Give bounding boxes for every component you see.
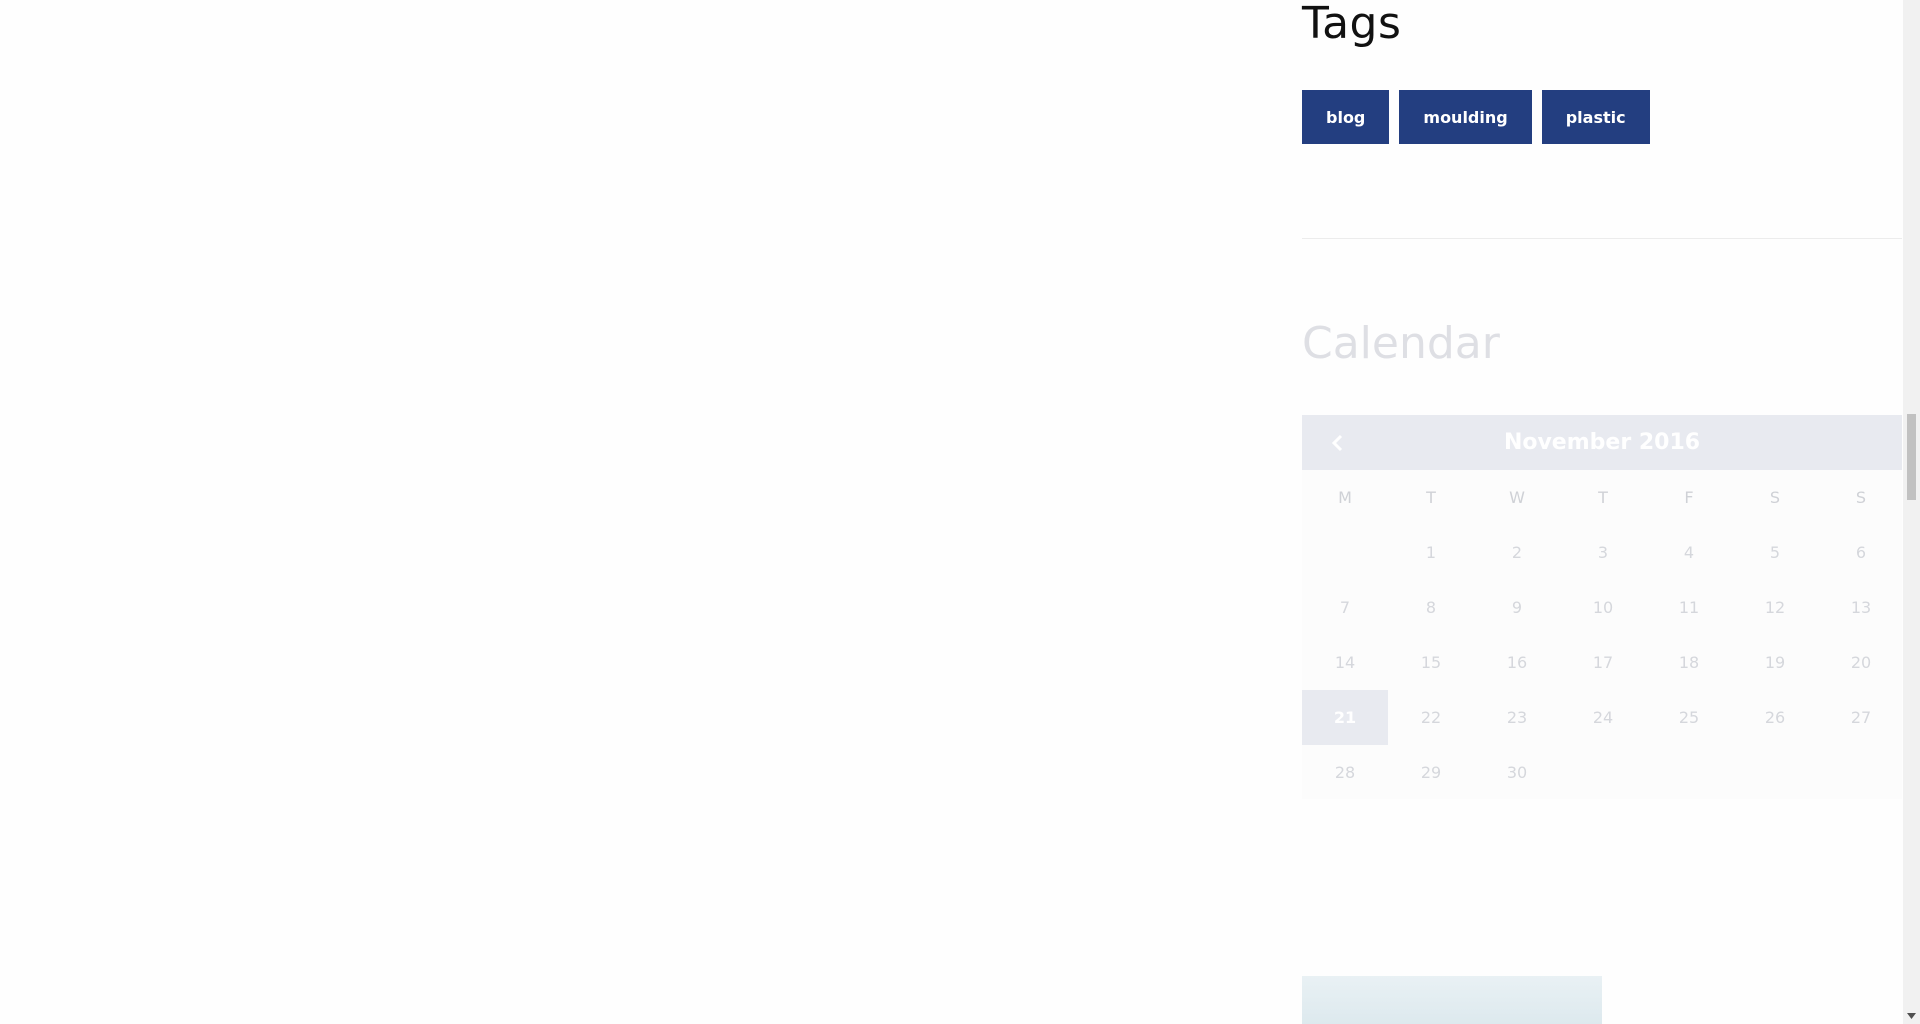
post-thumbnail[interactable] bbox=[1302, 976, 1602, 1024]
weekday-header: W bbox=[1509, 488, 1525, 507]
calendar-title: Calendar bbox=[1302, 318, 1500, 369]
calendar-day: 14 bbox=[1334, 653, 1356, 672]
calendar: November 2016 M T W T F S S 1 2 3 4 5 6 7 8 9 10 11 12 13 14… bbox=[1302, 415, 1902, 799]
tag-blog[interactable]: blog bbox=[1302, 90, 1390, 144]
calendar-day: 16 bbox=[1506, 653, 1528, 672]
weekday-header: M bbox=[1338, 488, 1352, 507]
calendar-header: November 2016 bbox=[1302, 415, 1902, 470]
calendar-day: 20 bbox=[1850, 653, 1872, 672]
calendar-day: 3 bbox=[1597, 543, 1609, 562]
weekday-header: S bbox=[1855, 488, 1867, 507]
calendar-day: 10 bbox=[1592, 598, 1614, 617]
calendar-day: 13 bbox=[1850, 598, 1872, 617]
calendar-day: 19 bbox=[1764, 653, 1786, 672]
calendar-day-empty bbox=[1646, 745, 1732, 800]
calendar-day: 28 bbox=[1334, 763, 1356, 782]
calendar-grid: M T W T F S S 1 2 3 4 5 6 7 8 9 10 11 12 13 14 15 16 17 18 19 20 21… bbox=[1302, 470, 1902, 800]
calendar-day: 11 bbox=[1678, 598, 1700, 617]
tag-moulding[interactable]: moulding bbox=[1399, 90, 1532, 144]
tag-list: blog moulding plastic bbox=[1302, 90, 1650, 144]
calendar-day: 12 bbox=[1764, 598, 1786, 617]
calendar-day: 30 bbox=[1506, 763, 1528, 782]
calendar-day: 27 bbox=[1850, 708, 1872, 727]
calendar-day: 17 bbox=[1592, 653, 1614, 672]
calendar-day: 23 bbox=[1506, 708, 1528, 727]
divider bbox=[1302, 238, 1902, 239]
calendar-day: 29 bbox=[1420, 763, 1442, 782]
weekday-header: S bbox=[1769, 488, 1781, 507]
calendar-month: November 2016 bbox=[1503, 430, 1701, 455]
calendar-day: 22 bbox=[1420, 708, 1442, 727]
calendar-day-today: 21 bbox=[1302, 690, 1388, 745]
weekday-header: F bbox=[1684, 488, 1694, 507]
calendar-day: 8 bbox=[1425, 598, 1437, 617]
calendar-day: 6 bbox=[1855, 543, 1867, 562]
calendar-day: 7 bbox=[1339, 598, 1351, 617]
calendar-day-empty bbox=[1818, 745, 1904, 800]
calendar-day: 25 bbox=[1678, 708, 1700, 727]
calendar-day: 2 bbox=[1511, 543, 1523, 562]
calendar-day: 5 bbox=[1769, 543, 1781, 562]
scroll-down-arrow-icon[interactable] bbox=[1903, 1007, 1920, 1024]
weekday-header: T bbox=[1426, 488, 1436, 507]
calendar-day-empty bbox=[1302, 525, 1388, 580]
calendar-day: 4 bbox=[1683, 543, 1695, 562]
tag-plastic[interactable]: plastic bbox=[1541, 90, 1650, 144]
calendar-day: 9 bbox=[1511, 598, 1523, 617]
weekday-header: T bbox=[1598, 488, 1608, 507]
calendar-day: 1 bbox=[1425, 543, 1437, 562]
scrollbar-thumb[interactable] bbox=[1907, 414, 1916, 500]
calendar-day: 26 bbox=[1764, 708, 1786, 727]
calendar-day: 24 bbox=[1592, 708, 1614, 727]
calendar-day-empty bbox=[1732, 745, 1818, 800]
scrollbar[interactable] bbox=[1903, 0, 1920, 1024]
tags-title: Tags bbox=[1302, 0, 1402, 49]
calendar-day: 18 bbox=[1678, 653, 1700, 672]
calendar-day-empty bbox=[1560, 745, 1646, 800]
calendar-day: 15 bbox=[1420, 653, 1442, 672]
